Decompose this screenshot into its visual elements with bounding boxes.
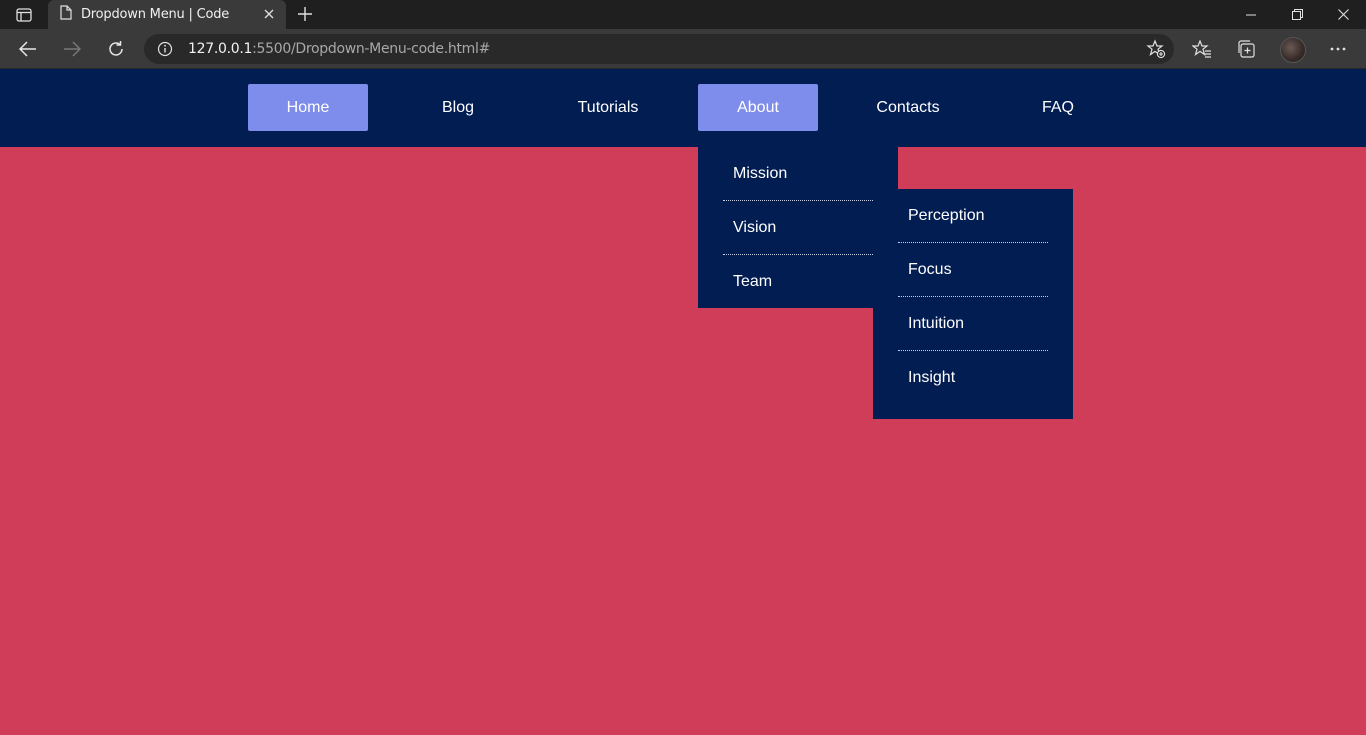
- nav-item-blog[interactable]: Blog: [398, 84, 518, 131]
- plus-icon[interactable]: [294, 4, 316, 24]
- info-icon[interactable]: [156, 40, 174, 58]
- dropdown-item-mission[interactable]: Mission: [723, 147, 873, 201]
- address-bar[interactable]: 127.0.0.1:5500/Dropdown-Menu-code.html#: [144, 34, 1174, 64]
- restore-icon[interactable]: [1274, 0, 1320, 29]
- url-text[interactable]: 127.0.0.1:5500/Dropdown-Menu-code.html#: [188, 41, 490, 57]
- close-window-icon[interactable]: [1320, 0, 1366, 29]
- subdropdown-item-intuition[interactable]: Intuition: [898, 297, 1048, 351]
- dropdown-item-vision[interactable]: Vision: [723, 201, 873, 255]
- star-plus-icon[interactable]: [1146, 39, 1166, 59]
- nav-item-contacts[interactable]: Contacts: [848, 84, 968, 131]
- url-host: 127.0.0.1: [188, 41, 253, 57]
- page-icon: [60, 4, 72, 25]
- close-icon[interactable]: [262, 7, 276, 21]
- arrow-right-icon[interactable]: [58, 35, 86, 63]
- nav-item-home[interactable]: Home: [248, 84, 368, 131]
- collections-icon[interactable]: [1232, 35, 1260, 63]
- about-dropdown: Mission Vision Team: [698, 147, 898, 308]
- tab-title: Dropdown Menu | Code: [81, 7, 230, 22]
- subdropdown-item-perception[interactable]: Perception: [898, 189, 1048, 243]
- subdropdown-item-focus[interactable]: Focus: [898, 243, 1048, 297]
- reload-icon[interactable]: [102, 35, 130, 63]
- browser-toolbar: 127.0.0.1:5500/Dropdown-Menu-code.html#: [0, 29, 1366, 69]
- browser-tab-bar: Dropdown Menu | Code: [0, 0, 1366, 29]
- nav-item-faq[interactable]: FAQ: [998, 84, 1118, 131]
- sub-dropdown: Perception Focus Intuition Insight: [873, 189, 1073, 419]
- browser-tab[interactable]: Dropdown Menu | Code: [48, 0, 286, 29]
- ellipsis-icon[interactable]: [1324, 35, 1352, 63]
- nav-item-about[interactable]: About: [698, 84, 818, 131]
- profile-avatar[interactable]: [1280, 37, 1306, 63]
- nav-item-tutorials[interactable]: Tutorials: [548, 84, 668, 131]
- url-path: :5500/Dropdown-Menu-code.html#: [252, 41, 491, 57]
- minimize-icon[interactable]: [1228, 0, 1274, 29]
- tab-actions-icon[interactable]: [10, 5, 38, 25]
- favorites-icon[interactable]: [1188, 35, 1216, 63]
- arrow-left-icon[interactable]: [14, 35, 42, 63]
- navbar: Home Blog Tutorials About Contacts FAQ: [0, 69, 1366, 147]
- subdropdown-item-insight[interactable]: Insight: [898, 351, 1048, 405]
- dropdown-item-team[interactable]: Team: [723, 255, 873, 309]
